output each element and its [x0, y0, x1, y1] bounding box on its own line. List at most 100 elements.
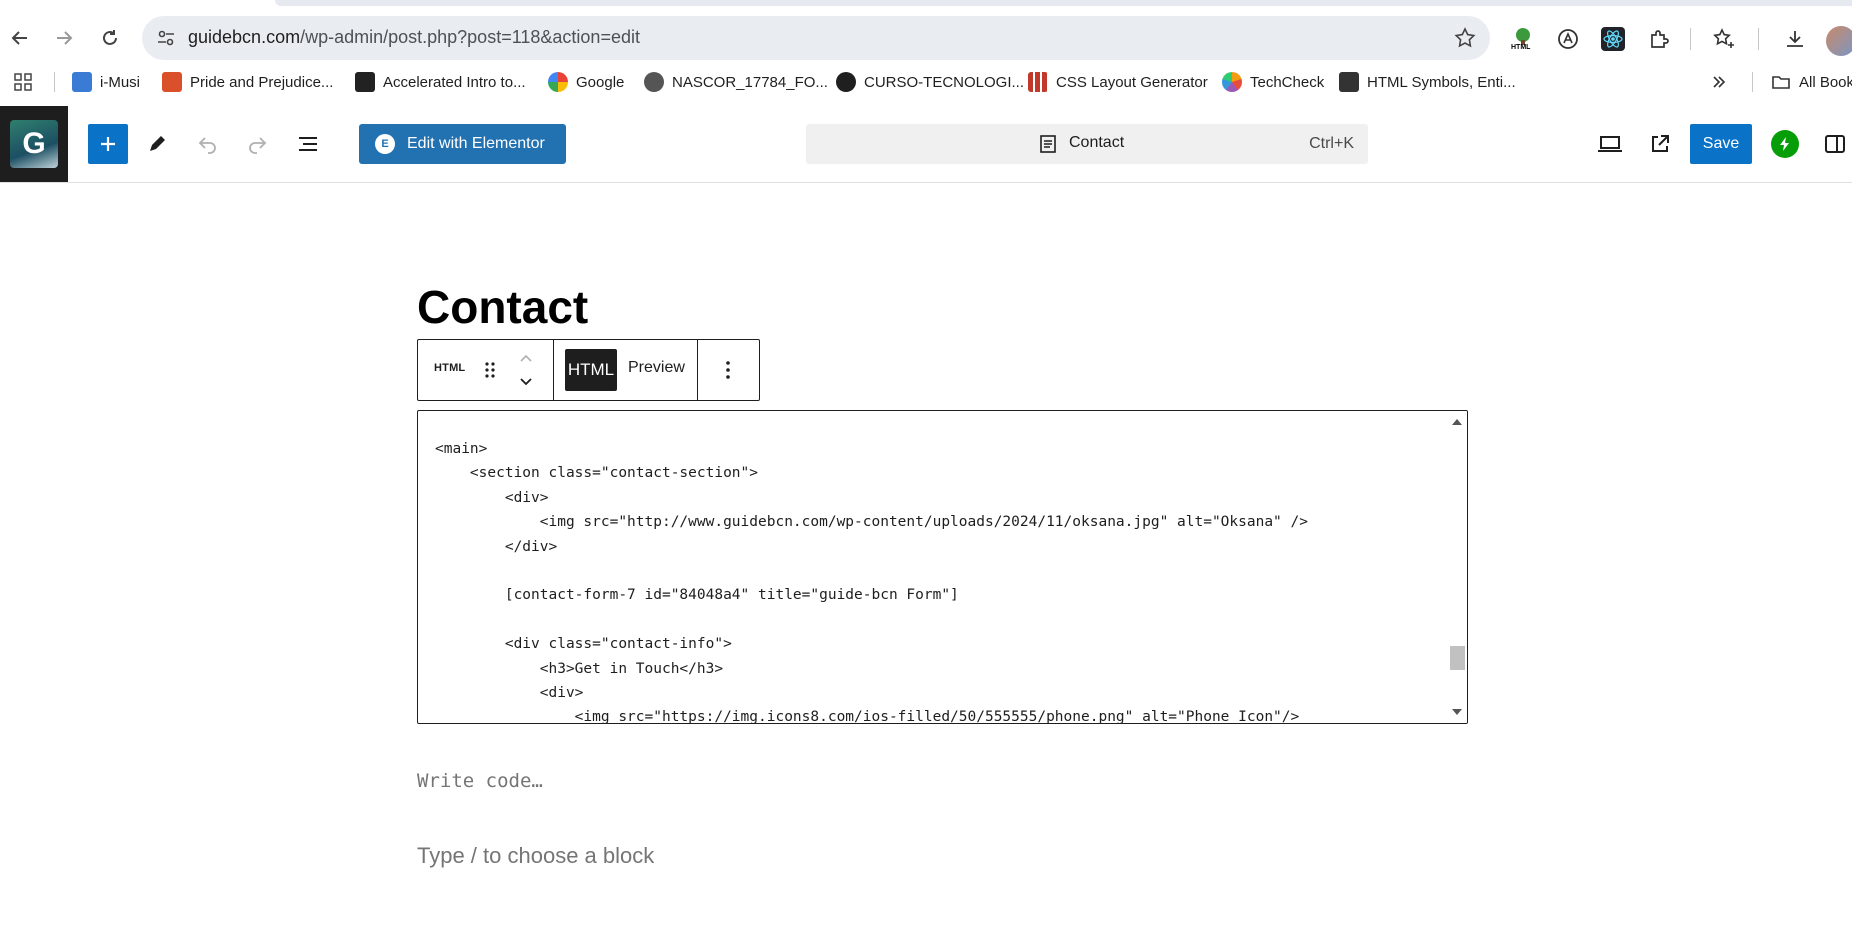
bookmark-item[interactable]: Accelerated Intro to... [355, 70, 526, 94]
redo-icon [249, 137, 267, 154]
bookmark-label: Pride and Prejudice... [190, 73, 334, 91]
redo-button[interactable] [237, 124, 277, 164]
reload-icon [103, 30, 117, 45]
puzzle-icon [1651, 30, 1669, 48]
site-settings-icon[interactable] [156, 28, 176, 48]
laptop-icon [1598, 136, 1622, 152]
bookmark-label: CURSO-TECNOLOGI... [864, 73, 1025, 91]
bookmark-item[interactable]: CURSO-TECNOLOGI... [836, 70, 1024, 94]
url-host: guidebcn.com [188, 27, 301, 47]
forward-button[interactable] [46, 20, 82, 56]
toolbar-separator [1690, 28, 1691, 50]
bookmark-label: i-Musi [100, 73, 140, 91]
reading-list-button[interactable] [1711, 26, 1737, 52]
editor-header: G E Edit with Elementor Contact Ctrl+K S… [0, 106, 1852, 183]
bookmark-label: Accelerated Intro to... [383, 73, 526, 91]
move-up-down-icon[interactable] [514, 348, 538, 392]
bookmark-label: TechCheck [1250, 73, 1325, 91]
list-view-icon [299, 137, 317, 151]
tools-button[interactable] [137, 124, 177, 164]
block-toolbar: HTML HTML Preview [417, 339, 760, 401]
grid-icon [1028, 72, 1048, 92]
profile-avatar[interactable] [1826, 26, 1852, 56]
sidebar-icon [1825, 135, 1845, 153]
codecademy-icon [355, 72, 375, 92]
code-line: <main> [435, 441, 488, 457]
command-palette-button[interactable]: Contact Ctrl+K [806, 124, 1368, 164]
code-line: </div> [435, 538, 558, 555]
edit-with-elementor-label: Edit with Elementor [407, 135, 545, 152]
code-line: <div class="contact-info"> [435, 636, 732, 653]
apps-grid-icon [14, 73, 32, 91]
post-title[interactable]: Contact [417, 280, 588, 334]
bookmark-item[interactable]: CSS Layout Generator [1028, 70, 1208, 94]
code-content: <main> <section class="contact-section">… [435, 437, 1445, 723]
all-bookmarks-button[interactable]: All Book [1771, 70, 1852, 94]
preview-button[interactable] [1590, 124, 1630, 164]
jetpack-button[interactable] [1771, 130, 1799, 158]
scrollbar-thumb[interactable] [1450, 646, 1465, 670]
site-icon-button[interactable]: G [0, 106, 68, 182]
extensions-button[interactable] [1646, 26, 1672, 52]
scroll-up-arrow-icon[interactable] [1452, 419, 1462, 425]
bookmark-label: CSS Layout Generator [1056, 73, 1208, 91]
toolbar-separator [1758, 28, 1759, 50]
address-bar[interactable]: guidebcn.com/wp-admin/post.php?post=118&… [142, 16, 1490, 60]
bookmark-label: NASCOR_17784_FO... [672, 73, 828, 91]
bookmark-item[interactable]: Google [548, 70, 624, 94]
arrow-right-icon [57, 31, 73, 45]
apps-button[interactable] [13, 70, 33, 94]
globe-icon [644, 72, 664, 92]
settings-sidebar-button[interactable] [1815, 124, 1852, 164]
scroll-down-arrow-icon[interactable] [1452, 709, 1462, 715]
ampersand-icon [1339, 72, 1359, 92]
undo-button[interactable] [188, 124, 228, 164]
downloads-button[interactable] [1782, 26, 1808, 52]
bookmark-item[interactable]: HTML Symbols, Enti... [1339, 70, 1516, 94]
html-code-editor[interactable]: <main> <section class="contact-section">… [417, 410, 1468, 724]
document-title: Contact [1069, 134, 1125, 151]
arrow-left-icon [11, 31, 27, 45]
html-extension-icon[interactable]: HTML [1510, 26, 1536, 52]
code-line: <img src="http://www.guidebcn.com/wp-con… [435, 514, 1308, 531]
code-scrollbar[interactable] [1449, 411, 1467, 723]
code-line: <div> [435, 489, 549, 506]
save-button[interactable]: Save [1690, 124, 1752, 164]
book-icon [162, 72, 182, 92]
bookmarks-separator [1752, 72, 1753, 92]
html-block-type-icon[interactable]: HTML [434, 362, 465, 374]
block-options-button[interactable] [714, 356, 742, 384]
undo-icon [198, 137, 216, 154]
more-bookmarks-button[interactable] [1711, 70, 1727, 94]
lightning-icon [1780, 137, 1789, 151]
block-appender-placeholder[interactable]: Type / to choose a block [417, 843, 654, 869]
translate-extension-icon[interactable] [1555, 26, 1581, 52]
tab-html[interactable]: HTML [565, 349, 617, 391]
code-line: [contact-form-7 id="84048a4" title="guid… [435, 587, 959, 604]
bookmark-item[interactable]: TechCheck [1222, 70, 1324, 94]
toolbar-divider [553, 340, 554, 400]
toolbar-divider [697, 340, 698, 400]
react-devtools-icon[interactable] [1600, 26, 1626, 52]
edit-with-elementor-button[interactable]: E Edit with Elementor [359, 124, 566, 164]
bookmark-item[interactable]: NASCOR_17784_FO... [644, 70, 828, 94]
bookmark-item[interactable]: Pride and Prejudice... [162, 70, 333, 94]
url-path: /wp-admin/post.php?post=118&action=edit [300, 27, 640, 47]
document-overview-button[interactable] [288, 124, 328, 164]
bookmark-star-icon[interactable] [1454, 27, 1476, 49]
code-line: <h3>Get in Touch</h3> [435, 660, 724, 677]
write-code-placeholder[interactable]: Write code… [417, 770, 543, 792]
code-line: <section class="contact-section"> [435, 465, 759, 482]
folder-icon [1772, 76, 1790, 89]
reload-button[interactable] [92, 20, 128, 56]
elementor-icon: E [375, 134, 395, 154]
block-inserter-button[interactable] [88, 124, 128, 164]
drag-handle-icon[interactable] [478, 358, 502, 382]
bookmarks-bar: i-Musi Pride and Prejudice... Accelerate… [0, 64, 1852, 100]
imusi-icon [72, 72, 92, 92]
tab-preview[interactable]: Preview [628, 359, 685, 377]
back-button[interactable] [2, 20, 38, 56]
bookmark-item[interactable]: i-Musi [72, 70, 140, 94]
view-post-button[interactable] [1640, 124, 1680, 164]
